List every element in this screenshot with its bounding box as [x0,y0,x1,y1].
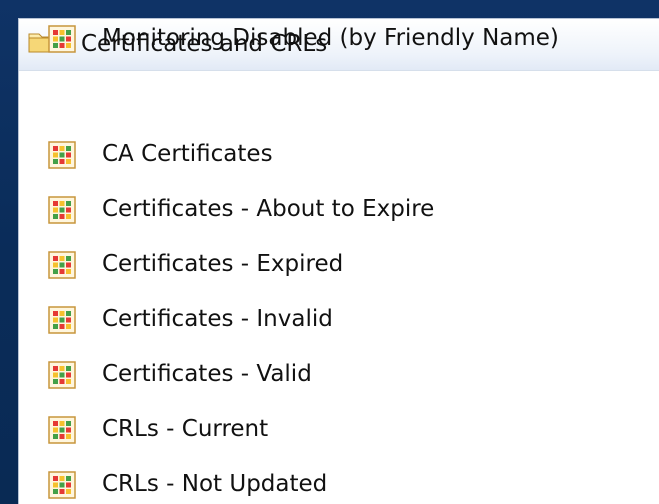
tree-item-crls-current[interactable]: CRLs - Current [39,410,639,454]
tree-item-label: CA Certificates [102,141,273,167]
tree-item-certificates-invalid[interactable]: Certificates - Invalid [39,300,639,344]
grid-status-icon [48,141,76,169]
grid-status-icon [48,361,76,389]
tree-item-certificates-expired[interactable]: Certificates - Expired [39,245,639,289]
tree-item-ca-certificates[interactable]: CA Certificates [39,135,639,179]
tree-item-label: Certificates - Expired [102,251,344,277]
screen: Certificates and CRLs CA Certificates Ce… [0,0,659,504]
tree-item-label: CRLs - Not Updated [102,471,328,497]
certificates-tree: Certificates and CRLs CA Certificates Ce… [19,19,659,504]
tree-item-label: Certificates - Invalid [102,306,333,332]
grid-status-icon [48,306,76,334]
grid-status-icon [48,25,76,53]
tree-item-label: Monitoring Disabled (by Friendly Name) [102,25,559,51]
tree-item-label: Certificates - Valid [102,361,312,387]
certificates-tree-panel: Certificates and CRLs CA Certificates Ce… [18,18,659,504]
tree-item-certificates-valid[interactable]: Certificates - Valid [39,355,639,399]
grid-status-icon [48,196,76,224]
tree-item-label: CRLs - Current [102,416,269,442]
grid-status-icon [48,251,76,279]
tree-item-crls-not-updated[interactable]: CRLs - Not Updated [39,465,639,504]
tree-item-certificates-about-to-expire[interactable]: Certificates - About to Expire [39,190,639,234]
grid-status-icon [48,471,76,499]
grid-status-icon [48,416,76,444]
tree-item-monitoring-disabled[interactable]: Monitoring Disabled (by Friendly Name) [39,19,639,63]
tree-item-label: Certificates - About to Expire [102,196,435,222]
